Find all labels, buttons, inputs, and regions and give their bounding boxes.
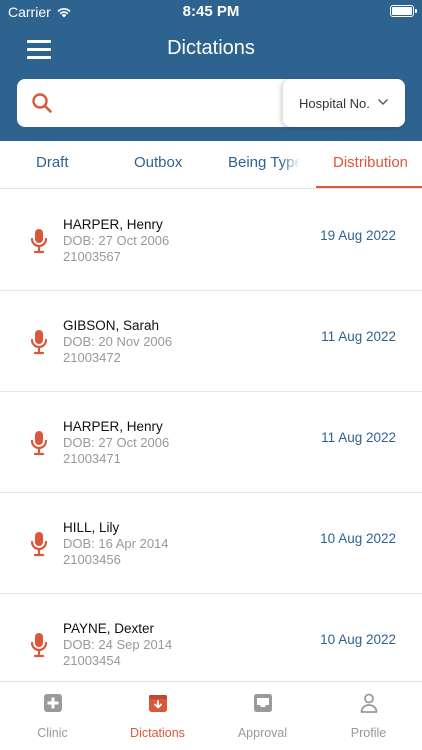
list-item[interactable]: HILL, Lily DOB: 16 Apr 2014 21003456 10 … <box>0 493 422 594</box>
patient-dob: DOB: 16 Apr 2014 <box>63 536 169 551</box>
patient-name: PAYNE, Dexter <box>63 621 155 636</box>
hospital-no-filter-dropdown[interactable]: Hospital No. <box>283 79 405 127</box>
microphone-icon <box>30 330 48 355</box>
tray-icon <box>254 694 272 712</box>
filter-label: Hospital No. <box>299 95 370 111</box>
inbox-download-icon <box>149 695 167 712</box>
patient-dob: DOB: 27 Oct 2006 <box>63 435 170 450</box>
microphone-icon <box>30 431 48 456</box>
list-item[interactable]: HARPER, Henry DOB: 27 Oct 2006 21003471 … <box>0 392 422 493</box>
app-header: Carrier 8:45 PM Dictations Hospital No. <box>0 0 422 141</box>
tabbar-profile[interactable]: Profile <box>316 682 421 750</box>
dictation-date: 11 Aug 2022 <box>321 430 396 445</box>
tabbar-label: Clinic <box>37 726 68 740</box>
patient-dob: DOB: 20 Nov 2006 <box>63 334 173 349</box>
active-tab-indicator <box>316 186 422 188</box>
bottom-tab-bar: Clinic Dictations Approval Profile <box>0 681 422 750</box>
person-icon <box>360 693 378 713</box>
microphone-icon <box>30 229 48 254</box>
tab-outbox[interactable]: Outbox <box>134 154 182 171</box>
hospital-number: 21003472 <box>63 350 121 365</box>
dictation-date: 10 Aug 2022 <box>320 632 396 647</box>
tab-being-typed[interactable]: Being Typed <box>228 154 300 171</box>
search-bar: Hospital No. <box>17 79 405 127</box>
medical-cross-icon <box>44 694 62 712</box>
tabbar-approval[interactable]: Approval <box>210 682 315 750</box>
tab-draft[interactable]: Draft <box>36 154 69 171</box>
patient-dob: DOB: 27 Oct 2006 <box>63 233 170 248</box>
page-title: Dictations <box>167 37 255 59</box>
dictation-list: HARPER, Henry DOB: 27 Oct 2006 21003567 … <box>0 190 422 680</box>
hospital-number: 21003456 <box>63 552 121 567</box>
dictation-date: 10 Aug 2022 <box>320 531 396 546</box>
patient-dob: DOB: 24 Sep 2014 <box>63 637 173 652</box>
dictation-date: 19 Aug 2022 <box>320 228 396 243</box>
hospital-number: 21003567 <box>63 249 121 264</box>
tabbar-dictations[interactable]: Dictations <box>105 682 210 750</box>
dictation-status-tabs: Draft Outbox Being Typed Distribution <box>0 141 422 189</box>
clock: 8:45 PM <box>182 3 240 20</box>
battery-icon <box>390 5 417 17</box>
tabbar-label: Profile <box>350 726 387 740</box>
hospital-number: 21003454 <box>63 653 121 668</box>
hospital-number: 21003471 <box>63 451 121 466</box>
patient-name: GIBSON, Sarah <box>63 318 160 333</box>
search-input[interactable] <box>65 87 295 119</box>
status-bar: Carrier 8:45 PM <box>0 0 422 24</box>
list-item[interactable]: GIBSON, Sarah DOB: 20 Nov 2006 21003472 … <box>0 291 422 392</box>
patient-name: HILL, Lily <box>63 520 120 535</box>
search-icon <box>32 93 52 113</box>
tabbar-clinic[interactable]: Clinic <box>0 682 105 750</box>
tabbar-label: Dictations <box>130 726 185 740</box>
tabbar-label: Approval <box>237 726 288 740</box>
list-item[interactable]: PAYNE, Dexter DOB: 24 Sep 2014 21003454 … <box>0 594 422 680</box>
tab-distribution[interactable]: Distribution <box>333 154 409 171</box>
list-item[interactable]: HARPER, Henry DOB: 27 Oct 2006 21003567 … <box>0 190 422 291</box>
patient-name: HARPER, Henry <box>63 419 163 434</box>
microphone-icon <box>30 633 48 658</box>
dictation-date: 11 Aug 2022 <box>321 329 396 344</box>
microphone-icon <box>30 532 48 557</box>
chevron-down-icon <box>378 99 388 105</box>
patient-name: HARPER, Henry <box>63 217 163 232</box>
